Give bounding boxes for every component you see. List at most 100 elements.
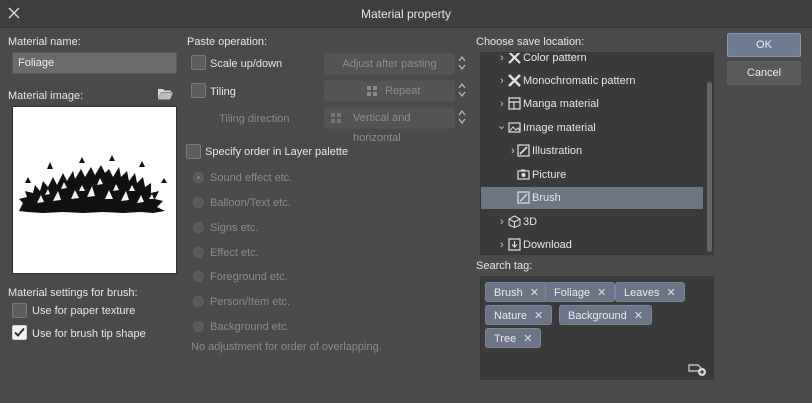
scale-label: Scale up/down bbox=[210, 58, 283, 70]
radio-person-item[interactable] bbox=[193, 296, 204, 307]
material-name-label: Material name: bbox=[8, 36, 81, 48]
tree-item-label: Illustration bbox=[532, 145, 583, 157]
tiling-direction-value: Vertical and horizontal bbox=[353, 112, 411, 144]
remove-tag-icon[interactable]: ✕ bbox=[530, 287, 539, 299]
radio-background[interactable] bbox=[193, 321, 204, 332]
radio-balloon-text[interactable] bbox=[193, 197, 204, 208]
chevron-right-icon[interactable]: › bbox=[511, 140, 515, 162]
tag-chip[interactable]: Nature ✕ bbox=[485, 305, 553, 325]
tiling-direction-select[interactable]: Vertical and horizontal bbox=[324, 107, 455, 144]
brush-tip-checkbox[interactable] bbox=[12, 325, 27, 340]
paste-operation-label: Paste operation: bbox=[187, 36, 268, 48]
tree-item-color-pattern[interactable]: › Color pattern bbox=[481, 52, 703, 69]
tag-label: Brush bbox=[494, 287, 523, 299]
radio-effect[interactable] bbox=[193, 247, 204, 258]
tree-item-monochromatic-pattern[interactable]: › Monochromatic pattern bbox=[481, 70, 703, 92]
manga-material-icon bbox=[508, 97, 521, 110]
tree-item-illustration[interactable]: › Illustration bbox=[481, 140, 703, 162]
tree-item-label: Download bbox=[523, 239, 572, 251]
specify-order-label: Specify order in Layer palette bbox=[205, 146, 349, 158]
layer-option-label: Background etc. bbox=[210, 321, 290, 333]
remove-tag-icon[interactable]: ✕ bbox=[534, 310, 543, 322]
repeat-spin-icon[interactable] bbox=[457, 81, 467, 99]
tree-item-label: Color pattern bbox=[523, 52, 587, 64]
layer-option-label: Sound effect etc. bbox=[210, 172, 293, 184]
remove-tag-icon[interactable]: ✕ bbox=[666, 287, 675, 299]
material-name-input[interactable]: Foliage bbox=[12, 52, 177, 74]
download-icon bbox=[508, 238, 521, 251]
chevron-right-icon[interactable]: › bbox=[500, 53, 504, 69]
layer-option-label: Effect etc. bbox=[210, 247, 259, 259]
tag-label: Background bbox=[568, 310, 627, 322]
remove-tag-icon[interactable]: ✕ bbox=[523, 333, 532, 345]
tree-item-3d[interactable]: › 3D bbox=[481, 211, 703, 233]
save-location-label: Choose save location: bbox=[476, 36, 585, 48]
paper-texture-label: Use for paper texture bbox=[32, 305, 136, 317]
image-material-icon bbox=[508, 122, 521, 133]
tree-item-label: Picture bbox=[532, 169, 567, 181]
tree-item-manga-material[interactable]: › Manga material bbox=[481, 93, 703, 115]
adjust-spin-icon[interactable] bbox=[457, 54, 467, 72]
material-image-label: Material image: bbox=[8, 90, 84, 102]
radio-sound-effect[interactable] bbox=[193, 172, 204, 183]
tag-chip[interactable]: Background ✕ bbox=[559, 305, 652, 325]
folder-open-icon[interactable] bbox=[157, 87, 174, 101]
search-tag-box[interactable]: Brush ✕ Foliage ✕ Leaves ✕ Nature ✕ Backgrou… bbox=[480, 276, 714, 380]
radio-signs[interactable] bbox=[193, 222, 204, 233]
window-title: Material property bbox=[360, 7, 452, 21]
cancel-button[interactable]: Cancel bbox=[727, 61, 801, 85]
layer-option-label: Balloon/Text etc. bbox=[210, 197, 291, 209]
tree-item-label: Manga material bbox=[523, 98, 599, 110]
brush-icon bbox=[517, 191, 530, 204]
radio-foreground[interactable] bbox=[193, 271, 204, 282]
paper-texture-checkbox[interactable] bbox=[12, 303, 27, 318]
tree-item-download[interactable]: › Download bbox=[481, 234, 703, 254]
chevron-down-icon[interactable]: ⌄ bbox=[497, 115, 506, 137]
brush-settings-label: Material settings for brush: bbox=[8, 287, 138, 299]
cube-icon bbox=[508, 215, 521, 228]
tree-scrollbar[interactable] bbox=[707, 82, 712, 252]
tag-chip[interactable]: Leaves ✕ bbox=[615, 282, 685, 302]
foliage-brush-image bbox=[13, 107, 176, 273]
chevron-right-icon[interactable]: › bbox=[500, 70, 504, 92]
tree-item-label: 3D bbox=[523, 216, 538, 228]
tiling-direction-spin-icon[interactable] bbox=[457, 108, 467, 126]
specify-order-checkbox[interactable] bbox=[186, 144, 201, 159]
search-tag-label: Search tag: bbox=[476, 260, 533, 272]
remove-tag-icon[interactable]: ✕ bbox=[597, 287, 606, 299]
tiling-direction-label: Tiling direction bbox=[219, 113, 290, 125]
no-adjustment-note: No adjustment for order of overlapping. bbox=[191, 341, 382, 353]
layer-option-label: Signs etc. bbox=[210, 222, 259, 234]
layer-option-label: Foreground etc. bbox=[210, 271, 288, 283]
tag-chip[interactable]: Brush ✕ bbox=[485, 282, 548, 302]
chevron-right-icon[interactable]: › bbox=[500, 234, 504, 254]
remove-tag-icon[interactable]: ✕ bbox=[634, 310, 643, 322]
tree-item-image-material[interactable]: ⌄ Image material bbox=[481, 117, 703, 139]
repeat-select[interactable]: Repeat bbox=[324, 80, 455, 102]
chevron-right-icon[interactable]: › bbox=[500, 211, 504, 233]
tag-label: Foliage bbox=[554, 287, 591, 299]
chevron-right-icon[interactable]: › bbox=[500, 93, 504, 115]
add-tag-icon[interactable] bbox=[687, 361, 707, 377]
tree-item-picture[interactable]: Picture bbox=[481, 164, 703, 186]
save-location-tree[interactable]: › Color pattern › Monochromatic pattern … bbox=[480, 52, 714, 255]
tag-chip[interactable]: Tree ✕ bbox=[485, 328, 542, 348]
tag-chip[interactable]: Foliage ✕ bbox=[545, 282, 616, 302]
scale-checkbox[interactable] bbox=[191, 55, 206, 70]
tree-item-brush[interactable]: Brush bbox=[481, 187, 703, 209]
repeat-label: Repeat bbox=[385, 85, 421, 97]
color-pattern-icon bbox=[508, 53, 521, 64]
close-icon[interactable] bbox=[6, 5, 22, 21]
tag-label: Tree bbox=[494, 333, 517, 345]
material-image-preview bbox=[12, 106, 177, 274]
adjust-after-pasting-select[interactable]: Adjust after pasting bbox=[324, 53, 455, 75]
monochromatic-pattern-icon bbox=[508, 74, 521, 87]
tree-item-label: Brush bbox=[532, 192, 561, 204]
tiling-label: Tiling bbox=[210, 86, 236, 98]
tree-item-label: Image material bbox=[523, 122, 596, 134]
tiling-checkbox[interactable] bbox=[191, 83, 206, 98]
illustration-icon bbox=[517, 144, 530, 157]
tag-label: Leaves bbox=[624, 287, 660, 299]
tree-item-label: Monochromatic pattern bbox=[523, 75, 636, 87]
ok-button[interactable]: OK bbox=[727, 33, 801, 57]
